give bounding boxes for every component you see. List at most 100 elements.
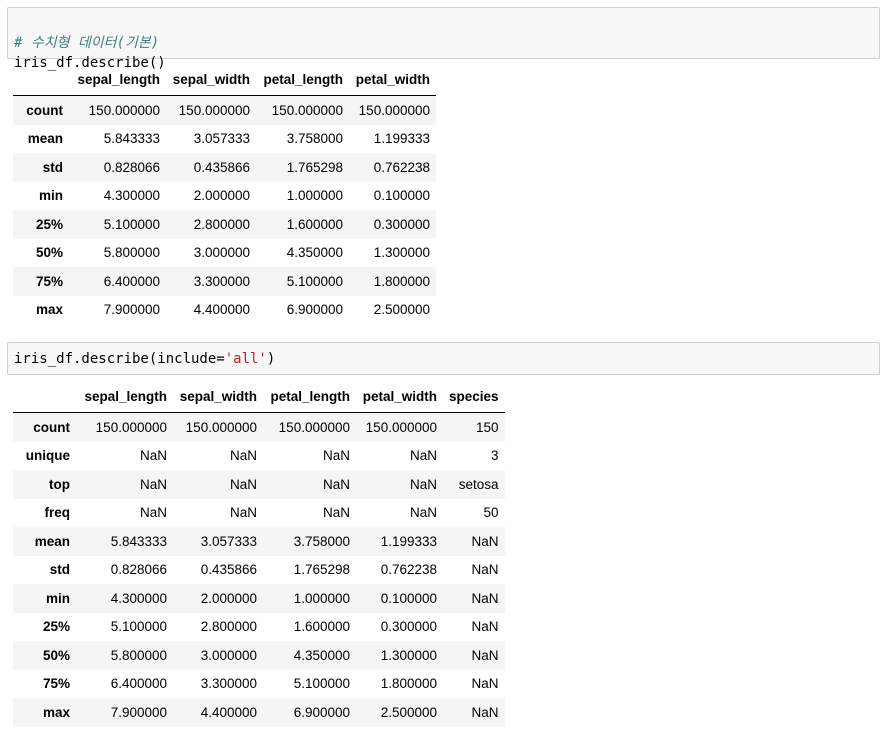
- code-cell-describe[interactable]: # 수치형 데이터(기본) iris_df.describe(): [7, 7, 880, 71]
- table-cell: 4.300000: [110, 590, 167, 606]
- table-cell: 0.300000: [380, 619, 437, 635]
- code-string-literal: 'all': [224, 351, 267, 367]
- table-cell: 0.762238: [380, 562, 437, 578]
- row-label: mean: [27, 131, 63, 147]
- column-header: petal_width: [349, 64, 436, 96]
- row-label: std: [42, 159, 63, 175]
- column-header: sepal_length: [69, 64, 166, 96]
- table-cell: 6.400000: [110, 676, 167, 692]
- table-cell: NaN: [139, 505, 167, 521]
- table-cell: 1.199333: [380, 533, 437, 549]
- describe-all-output-table: sepal_length sepal_width petal_length pe…: [13, 381, 505, 727]
- table-body: count 150.000000 150.000000 150.000000 150.0…: [13, 95, 436, 324]
- table-cell: NaN: [471, 533, 499, 549]
- table-row: 50% 5.800000 3.000000 4.350000 1.300000 NaN: [13, 641, 505, 670]
- index-header: [13, 381, 76, 413]
- table-cell: NaN: [322, 448, 350, 464]
- table-row: top NaN NaN NaN NaN setosa: [13, 470, 505, 499]
- row-label: min: [38, 188, 63, 204]
- table-cell: 2.500000: [380, 704, 437, 720]
- table-cell: 2.000000: [193, 188, 250, 204]
- table-cell: 3.300000: [193, 273, 250, 289]
- table-header: sepal_length sepal_width petal_length pe…: [13, 381, 505, 413]
- row-label: count: [26, 102, 63, 118]
- table-cell: 0.762238: [373, 159, 430, 175]
- row-label: unique: [25, 448, 70, 464]
- table-cell: 0.300000: [373, 216, 430, 232]
- table-cell: 4.300000: [103, 188, 160, 204]
- table-cell: 4.350000: [286, 245, 343, 261]
- column-header: sepal_width: [173, 381, 263, 413]
- table-cell: 2.000000: [200, 590, 257, 606]
- table-cell: setosa: [458, 476, 499, 492]
- table-row: std 0.828066 0.435866 1.765298 0.762238: [13, 153, 436, 182]
- table-cell: NaN: [229, 476, 257, 492]
- table-cell: 5.800000: [103, 245, 160, 261]
- table-cell: 2.800000: [193, 216, 250, 232]
- column-header: species: [443, 381, 505, 413]
- table-row: 75% 6.400000 3.300000 5.100000 1.800000 NaN: [13, 669, 505, 698]
- table-cell: 2.800000: [200, 619, 257, 635]
- row-label: freq: [44, 505, 70, 521]
- row-label: 75%: [42, 676, 70, 692]
- table-cell: 3.758000: [286, 131, 343, 147]
- table-row: mean 5.843333 3.057333 3.758000 1.199333 NaN: [13, 527, 505, 556]
- table-cell: 0.100000: [380, 590, 437, 606]
- table-cell: 7.900000: [103, 302, 160, 318]
- table-row: max 7.900000 4.400000 6.900000 2.500000 NaN: [13, 698, 505, 727]
- column-header: petal_length: [256, 64, 349, 96]
- table-cell: 150.000000: [358, 102, 430, 118]
- table-row: unique NaN NaN NaN NaN 3: [13, 441, 505, 470]
- table-header: sepal_length sepal_width petal_length pe…: [13, 64, 436, 96]
- table-cell: NaN: [471, 676, 499, 692]
- code-text: iris_df.describe(include=: [14, 351, 225, 367]
- table-cell: 6.900000: [286, 302, 343, 318]
- table-cell: 3.057333: [200, 533, 257, 549]
- table-body: count 150.000000 150.000000 150.000000 150.0…: [13, 412, 505, 727]
- index-header: [13, 64, 69, 96]
- table-cell: 3.758000: [293, 533, 350, 549]
- table-cell: 1.800000: [373, 273, 430, 289]
- table-cell: 0.100000: [373, 188, 430, 204]
- table-cell: 1.800000: [380, 676, 437, 692]
- table-cell: 2.500000: [373, 302, 430, 318]
- table-cell: 1.765298: [293, 562, 350, 578]
- table-cell: 150.000000: [178, 102, 250, 118]
- column-header: petal_length: [263, 381, 356, 413]
- table-cell: NaN: [229, 448, 257, 464]
- row-label: 25%: [35, 216, 63, 232]
- table-cell: 1.199333: [373, 131, 430, 147]
- header-row: sepal_length sepal_width petal_length pe…: [13, 381, 505, 413]
- table-cell: 0.828066: [110, 562, 167, 578]
- table-cell: NaN: [322, 476, 350, 492]
- table-row: std 0.828066 0.435866 1.765298 0.762238 NaN: [13, 555, 505, 584]
- table-cell: 150.000000: [95, 419, 167, 435]
- table-cell: NaN: [409, 476, 437, 492]
- table-row: 75% 6.400000 3.300000 5.100000 1.800000: [13, 267, 436, 296]
- column-header: sepal_width: [166, 64, 256, 96]
- column-header: sepal_length: [76, 381, 173, 413]
- table-row: count 150.000000 150.000000 150.000000 150.0…: [13, 95, 436, 125]
- table-cell: 4.400000: [193, 302, 250, 318]
- table-cell: 6.400000: [103, 273, 160, 289]
- table-cell: 0.435866: [200, 562, 257, 578]
- row-label: 75%: [35, 273, 63, 289]
- table-cell: 5.100000: [110, 619, 167, 635]
- table-cell: NaN: [409, 505, 437, 521]
- table-cell: 3.300000: [200, 676, 257, 692]
- table-cell: 1.000000: [293, 590, 350, 606]
- table-row: mean 5.843333 3.057333 3.758000 1.199333: [13, 124, 436, 153]
- table-cell: NaN: [471, 704, 499, 720]
- table-cell: 4.400000: [200, 704, 257, 720]
- table-cell: 150.000000: [278, 419, 350, 435]
- header-row: sepal_length sepal_width petal_length pe…: [13, 64, 436, 96]
- code-cell-describe-all[interactable]: iris_df.describe(include='all'): [7, 342, 880, 375]
- table-row: max 7.900000 4.400000 6.900000 2.500000: [13, 295, 436, 324]
- table-cell: 150.000000: [185, 419, 257, 435]
- table-cell: 1.600000: [293, 619, 350, 635]
- table-cell: 5.100000: [103, 216, 160, 232]
- table-cell: 150: [476, 419, 499, 435]
- table-row: min 4.300000 2.000000 1.000000 0.100000: [13, 181, 436, 210]
- table-row: 50% 5.800000 3.000000 4.350000 1.300000: [13, 238, 436, 267]
- table-cell: NaN: [409, 448, 437, 464]
